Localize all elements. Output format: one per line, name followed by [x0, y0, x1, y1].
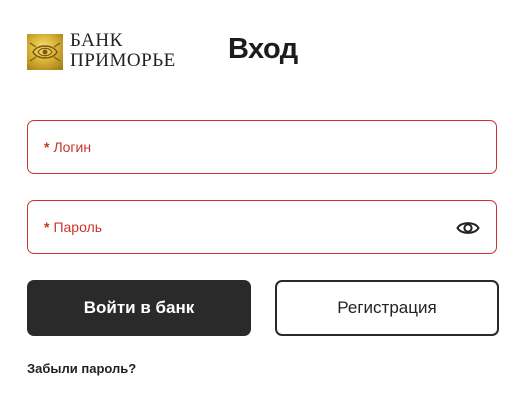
- brand-line-2: ПРИМОРЬЕ: [70, 50, 176, 71]
- eye-icon[interactable]: [456, 217, 480, 239]
- register-button[interactable]: Регистрация: [275, 280, 499, 336]
- password-input[interactable]: [28, 201, 496, 253]
- password-field[interactable]: * Пароль: [27, 200, 497, 254]
- login-field[interactable]: * Логин: [27, 120, 497, 174]
- forgot-password-link[interactable]: Забыли пароль?: [27, 361, 136, 376]
- page-title: Вход: [228, 33, 298, 65]
- bank-logo-icon: [27, 34, 63, 70]
- login-input[interactable]: [28, 121, 496, 173]
- brand-line-1: БАНК: [70, 30, 123, 51]
- header: БАНК ПРИМОРЬЕ Вход: [27, 30, 507, 74]
- brand-name: БАНК ПРИМОРЬЕ: [70, 31, 176, 71]
- login-button[interactable]: Войти в банк: [27, 280, 251, 336]
